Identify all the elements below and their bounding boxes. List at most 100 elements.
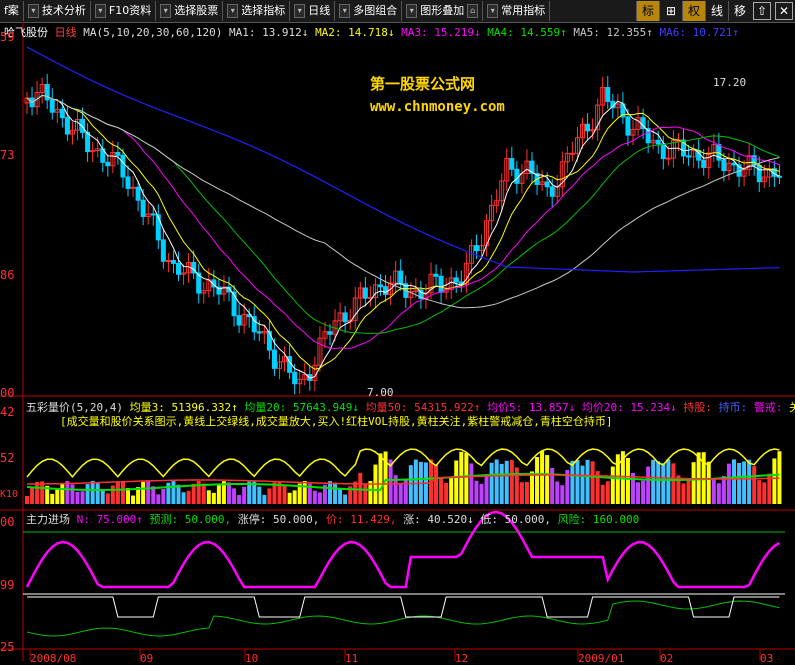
volume-bar	[530, 471, 534, 504]
volume-bar	[671, 463, 676, 504]
candle-body	[105, 161, 111, 167]
candle-body	[686, 155, 692, 158]
volume-bar	[232, 488, 237, 504]
watermark-title: 第一股票公式网	[370, 75, 476, 93]
candle-body	[170, 260, 176, 264]
ma4-value: MA4: 14.559↑	[487, 26, 567, 39]
volume-bar	[40, 481, 45, 504]
ma-params: MA(5,10,20,30,60,120)	[83, 26, 223, 39]
candle-body	[165, 260, 171, 263]
dropdown-icon: ▾	[339, 4, 351, 18]
volume-bar	[302, 481, 307, 504]
toolbar-button-8[interactable]: ▾ 常用指标	[483, 1, 551, 21]
up-button[interactable]: ⇧	[753, 2, 771, 20]
toolbar-button-6[interactable]: ▾ 多图组合	[335, 1, 403, 21]
date-label: 2008/08	[30, 652, 77, 665]
toolbar-button-label: F10资料	[108, 4, 152, 17]
volume-bar	[408, 465, 413, 504]
n-value: N: 75.000↑	[76, 513, 143, 526]
indicator-low-line	[27, 596, 780, 618]
candle-body	[120, 154, 126, 178]
volume-bar	[30, 487, 35, 504]
volume-bar	[570, 460, 575, 504]
volume-bar	[287, 492, 292, 504]
y-label-4: 00	[0, 386, 15, 400]
date-label: 11	[345, 652, 359, 665]
toolbar-right-group: 标 ⊞ 权线移 ⇧ ✕	[636, 1, 795, 21]
ma-line-20	[26, 94, 780, 349]
volume-bar	[540, 451, 545, 504]
volume-bar	[646, 466, 651, 504]
volume-bar	[479, 483, 484, 504]
toolbar: f案 ▾ 技术分析 ▾ F10资料 ▾ 选择股票 ▾ 选择指标 ▾ 日线 ▾ 多图组合 ▾ 图形叠加 ⌂ ▾ 常用…	[0, 0, 795, 23]
period-label: 日线	[54, 26, 77, 39]
volume-bar	[343, 494, 348, 504]
candle-body	[544, 181, 550, 188]
volume-bar	[191, 483, 196, 504]
candle-body	[327, 331, 333, 335]
volume-bar	[227, 482, 231, 504]
volume-bar	[444, 482, 449, 504]
toolbar-button-0[interactable]: f案	[0, 1, 24, 21]
toolbar-button-1[interactable]: ▾ 技术分析	[24, 1, 91, 21]
grid-button[interactable]: ⊞	[659, 1, 682, 21]
price-value: 价: 11.429,	[325, 513, 397, 526]
volume-bar	[262, 494, 267, 504]
candle-body	[549, 186, 555, 197]
volume-bar	[201, 483, 206, 504]
volume-bar	[580, 465, 585, 504]
volume-bar	[242, 486, 247, 504]
candle-body	[605, 87, 611, 102]
rights-button[interactable]: 权	[682, 1, 705, 21]
toolbar-button-5[interactable]: ▾ 日线	[290, 1, 336, 21]
volume-bar	[267, 488, 272, 504]
ind-y-label-1: 00	[0, 515, 15, 529]
volume-bar	[358, 472, 363, 504]
candle-body	[155, 214, 161, 241]
candle-body	[433, 273, 439, 277]
toolbar-button-2[interactable]: ▾ F10资料	[91, 1, 157, 21]
volume-bar	[211, 492, 216, 504]
candle-body	[160, 239, 166, 262]
cash-label: 持币:	[718, 401, 748, 414]
volume-bar	[610, 466, 615, 504]
date-label: 12	[455, 652, 469, 665]
indicator-header: 主力进场 N: 75.000↑ 预测: 50.000, 涨停: 50.000, …	[26, 511, 639, 527]
watermark-url: www.chnmoney.com	[370, 99, 505, 115]
volume-bar	[509, 460, 514, 504]
toolbar-button-7[interactable]: ▾ 图形叠加 ⌂	[402, 1, 484, 21]
line-button[interactable]: 线	[705, 1, 728, 21]
candle-body	[64, 117, 70, 135]
candle-body	[721, 159, 727, 172]
ma3-value: MA3: 15.219↓	[401, 26, 481, 39]
volume-bar	[752, 466, 757, 504]
volume-bar	[312, 490, 317, 504]
volume-bar	[691, 462, 696, 504]
toolbar-button-3[interactable]: ▾ 选择股票	[156, 1, 224, 21]
predict-value: 预测: 50.000,	[149, 513, 232, 526]
volume-bar	[535, 457, 540, 504]
date-label: 09	[140, 652, 154, 665]
dropdown-icon: ⌂	[467, 4, 479, 18]
candle-body	[756, 164, 762, 183]
volume-bar	[590, 461, 595, 504]
candle-body	[292, 371, 298, 385]
toolbar-button-4[interactable]: ▾ 选择指标	[223, 1, 291, 21]
volume-bar	[716, 483, 721, 504]
candle-body	[378, 284, 383, 288]
volume-bar	[757, 480, 762, 504]
candle-body	[660, 143, 666, 160]
candle-body	[383, 286, 389, 295]
volume-bar	[216, 485, 221, 504]
volume-bar	[161, 488, 166, 504]
close-button[interactable]: ✕	[775, 2, 793, 20]
volume-description: [成交量和股价关系图示,黄线上交绿线,成交量放大,买入!红柱VOL持股,黄柱关注…	[60, 415, 613, 428]
ma-line-30	[26, 94, 780, 334]
candle-body	[125, 176, 131, 189]
volume-bar	[459, 451, 464, 504]
mark-button[interactable]: 标	[636, 1, 659, 21]
candle-body	[585, 123, 591, 132]
volume-bar	[60, 482, 65, 504]
move-button[interactable]: 移	[728, 1, 751, 21]
volume-bar	[25, 496, 29, 504]
